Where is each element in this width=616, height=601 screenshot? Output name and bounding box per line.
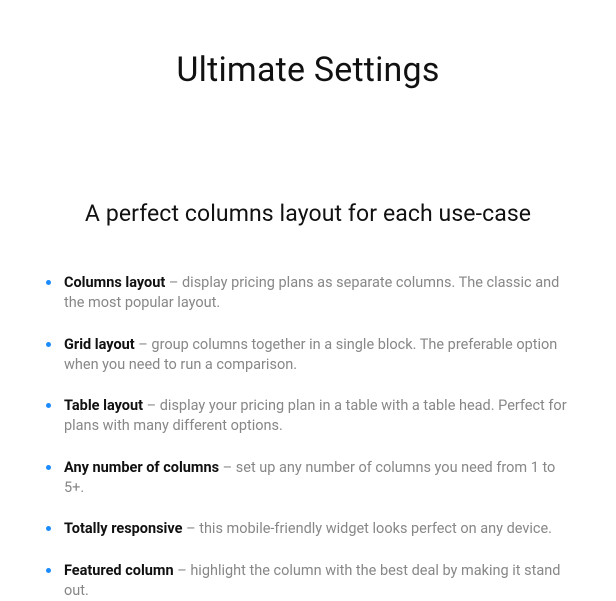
- separator: –: [165, 274, 182, 291]
- feature-name: Totally responsive: [64, 520, 182, 537]
- sub-title: A perfect columns layout for each use-ca…: [44, 200, 572, 227]
- list-item: Columns layout – display pricing plans a…: [44, 273, 572, 314]
- feature-list: Columns layout – display pricing plans a…: [44, 273, 572, 601]
- separator: –: [143, 397, 160, 414]
- separator: –: [135, 336, 152, 353]
- feature-name: Columns layout: [64, 274, 165, 291]
- list-item: Totally responsive – this mobile-friendl…: [44, 519, 572, 539]
- feature-name: Table layout: [64, 397, 143, 414]
- list-item: Any number of columns – set up any numbe…: [44, 458, 572, 499]
- feature-name: Grid layout: [64, 336, 135, 353]
- main-title: Ultimate Settings: [44, 50, 572, 90]
- separator: –: [219, 459, 236, 476]
- feature-name: Any number of columns: [64, 459, 219, 476]
- separator: –: [174, 562, 191, 579]
- feature-name: Featured column: [64, 562, 174, 579]
- separator: –: [182, 520, 199, 537]
- list-item: Table layout – display your pricing plan…: [44, 396, 572, 437]
- feature-desc: this mobile-friendly widget looks perfec…: [199, 520, 552, 537]
- list-item: Grid layout – group columns together in …: [44, 335, 572, 376]
- list-item: Featured column – highlight the column w…: [44, 561, 572, 601]
